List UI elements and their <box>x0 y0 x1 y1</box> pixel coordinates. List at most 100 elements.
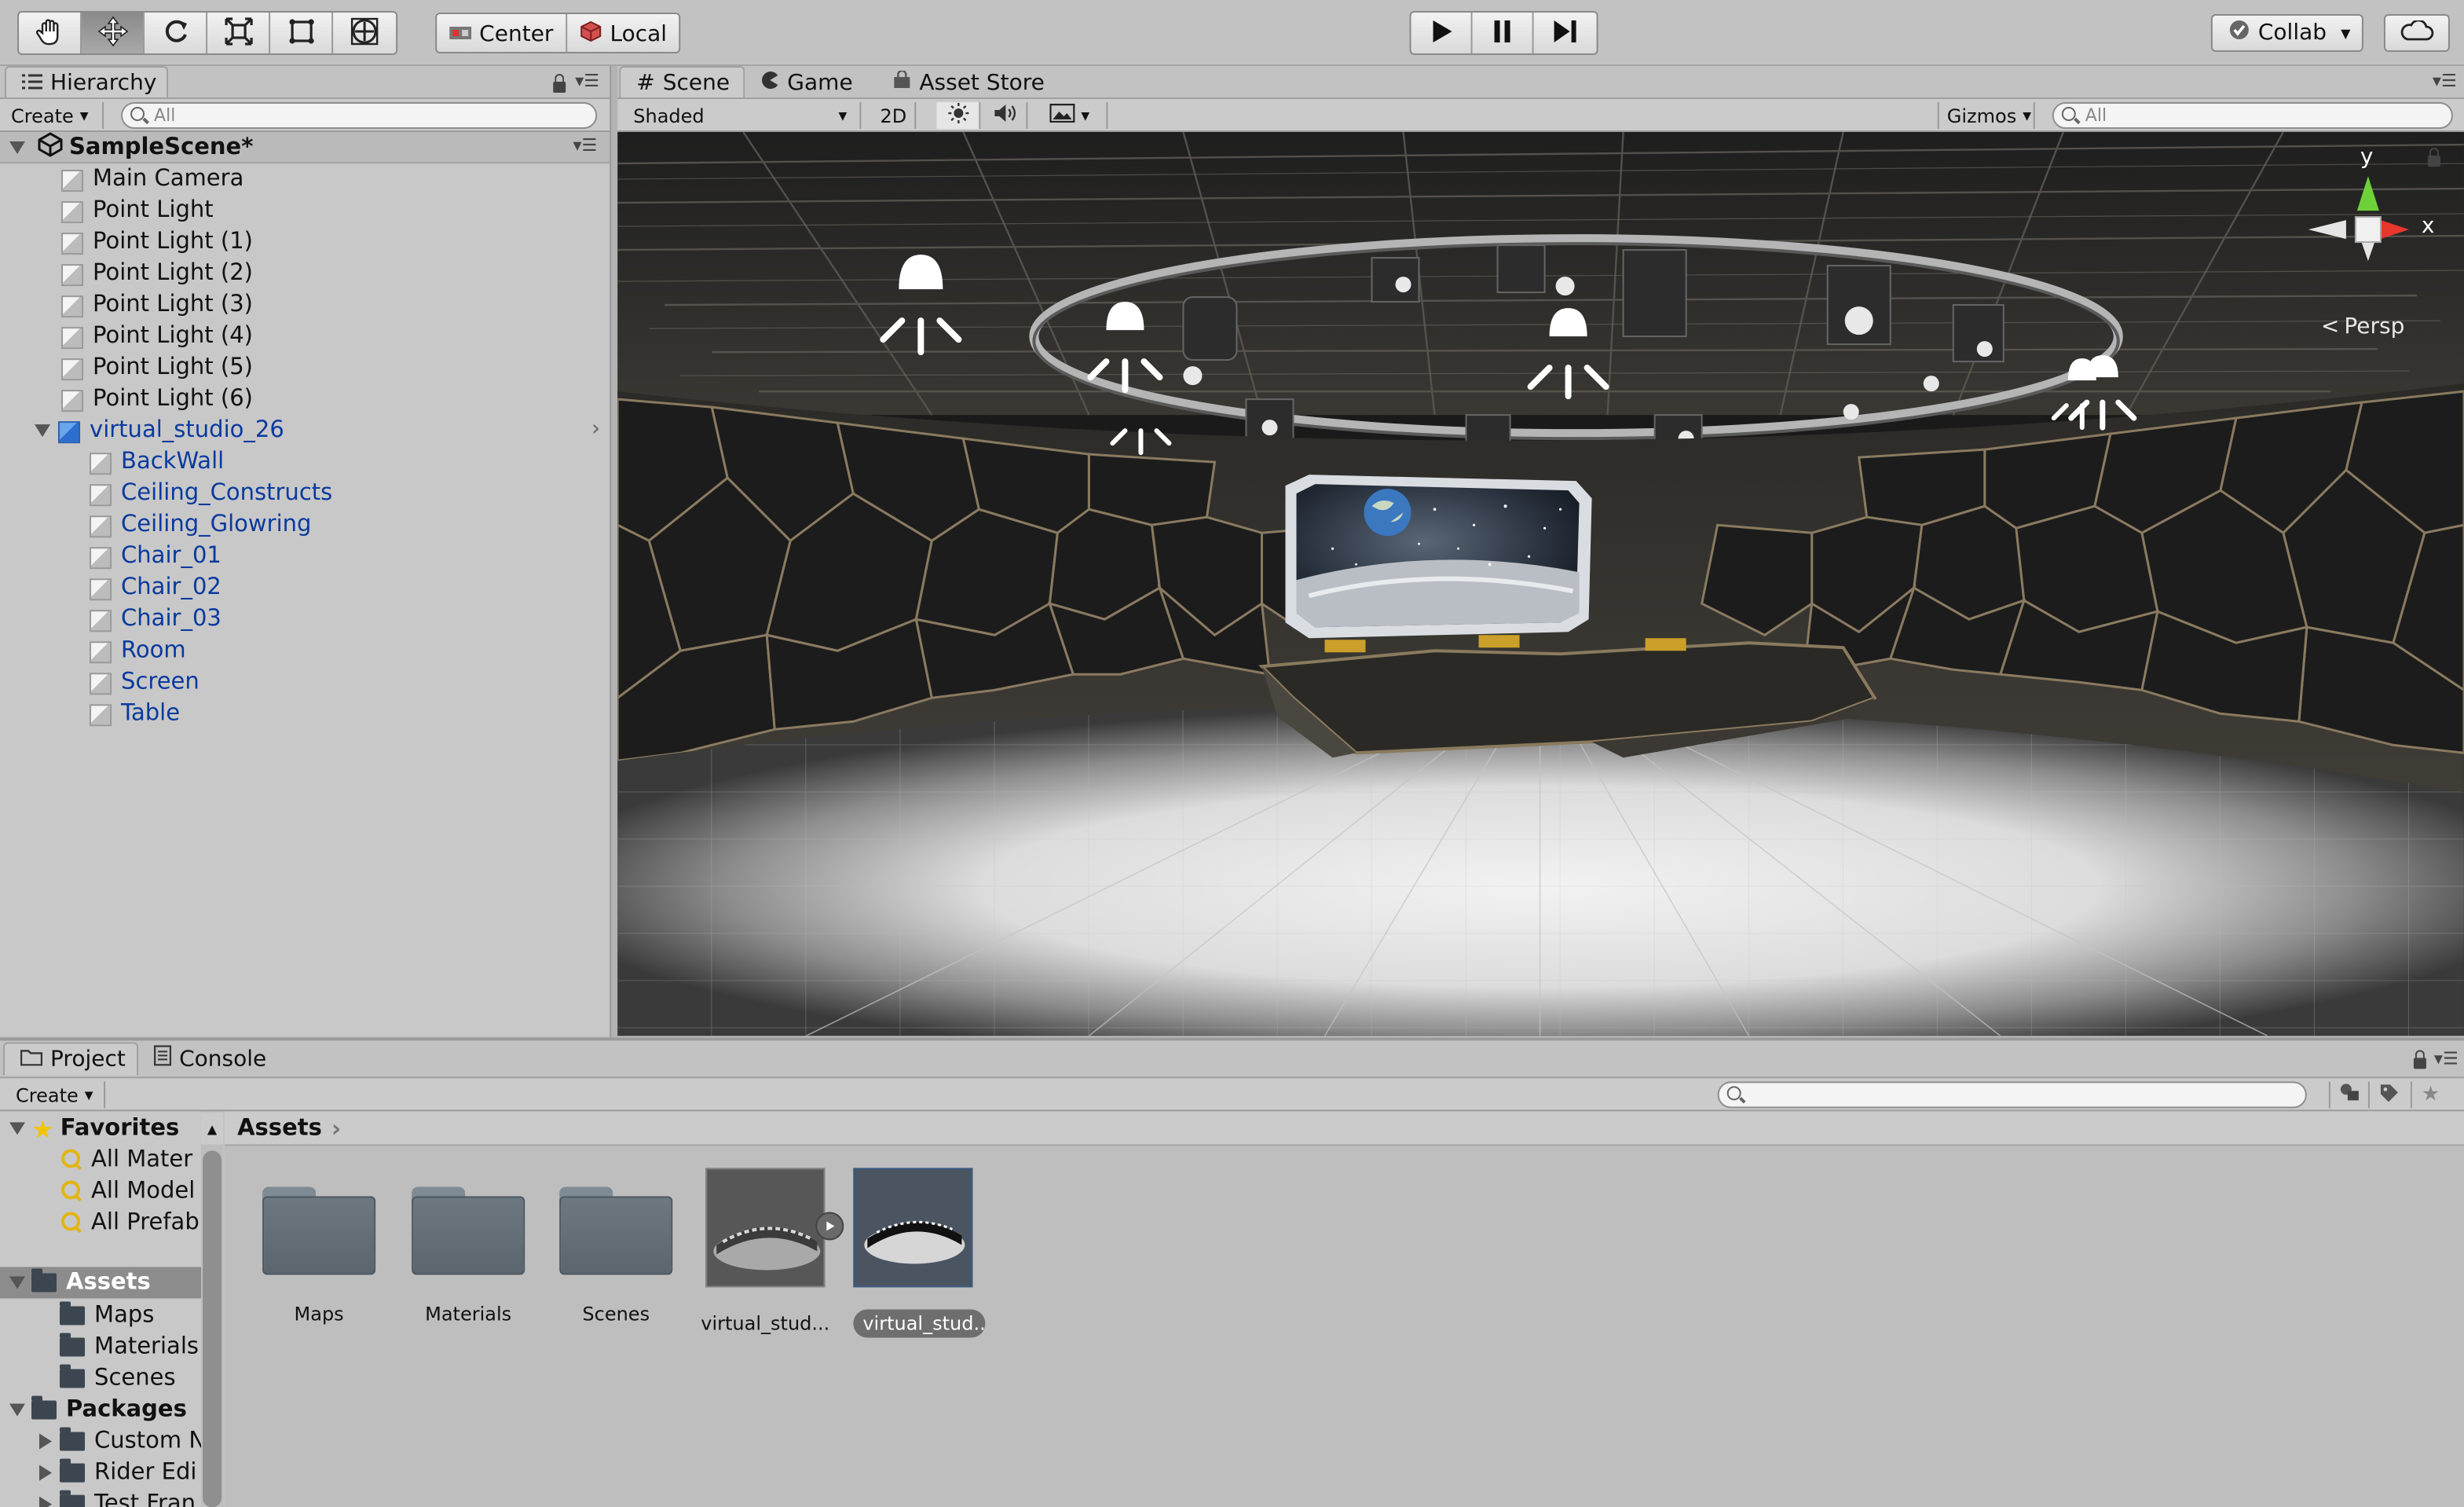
hierarchy-search-input[interactable]: All <box>121 102 598 130</box>
hierarchy-create-button[interactable]: Create ▼ <box>3 102 104 130</box>
tab-scene[interactable]: # Scene <box>619 66 745 100</box>
asset-folder-tile[interactable]: Scenes <box>544 1168 688 1328</box>
hand-tool-button[interactable] <box>19 13 82 54</box>
collapse-arrow-icon[interactable] <box>9 141 26 154</box>
tab-game[interactable]: Game <box>745 66 877 99</box>
package-item[interactable]: Test Fran <box>31 1489 196 1507</box>
filter-by-type-button[interactable] <box>2328 1081 2370 1109</box>
hierarchy-child-item[interactable]: Ceiling_Constructs <box>88 478 332 509</box>
panel-splitter[interactable] <box>610 66 618 1038</box>
hierarchy-child-item[interactable]: Table <box>88 698 180 729</box>
hierarchy-child-item[interactable]: Chair_03 <box>88 603 222 635</box>
gizmos-dropdown[interactable]: Gizmos ▼ <box>1937 102 2035 130</box>
favorite-search-button[interactable]: ★ <box>2414 1081 2455 1108</box>
hierarchy-item[interactable]: Point Light (1) <box>60 226 253 258</box>
project-lock-icon[interactable] <box>2413 1050 2426 1069</box>
effects-dropdown[interactable]: ▼ <box>1042 102 1108 130</box>
bottom-splitter[interactable] <box>0 1037 2464 1041</box>
move-tool-button[interactable] <box>82 13 145 54</box>
rect-tool-button[interactable] <box>270 13 334 54</box>
packages-root-row[interactable]: Packages <box>0 1395 187 1426</box>
gizmo-lock-icon[interactable] <box>2427 148 2440 167</box>
package-item[interactable]: Custom N <box>31 1426 201 1458</box>
project-create-button[interactable]: Create ▼ <box>8 1081 106 1109</box>
asset-folder-tile[interactable]: Maps <box>247 1168 391 1328</box>
hierarchy-child-item[interactable]: Ceiling_Glowring <box>88 509 311 541</box>
favorite-item-label: All Mater <box>91 1147 193 1173</box>
expand-arrow-icon[interactable] <box>35 424 51 438</box>
favorites-row[interactable]: ★ Favorites <box>3 1113 179 1144</box>
hierarchy-prefab-item[interactable]: virtual_studio_26 › <box>35 415 610 446</box>
expand-arrow-icon[interactable] <box>39 1465 53 1481</box>
expand-arrow-icon[interactable] <box>39 1496 53 1507</box>
tab-asset-store[interactable]: Asset Store <box>877 66 1065 99</box>
hierarchy-lock-icon[interactable] <box>553 74 566 94</box>
play-button[interactable] <box>1411 13 1473 54</box>
favorite-item[interactable]: All Mater <box>60 1144 192 1175</box>
pivot-center-button[interactable]: Center <box>437 14 568 53</box>
tab-console[interactable]: Console <box>138 1042 273 1075</box>
asset-folder-item[interactable]: Maps <box>60 1300 154 1331</box>
scene-menu-icon[interactable]: ▾☰ <box>573 135 597 156</box>
hierarchy-child-item[interactable]: Chair_01 <box>88 541 222 572</box>
hierarchy-item[interactable]: Point Light (4) <box>60 321 253 352</box>
package-item[interactable]: Rider Edi <box>31 1458 196 1489</box>
scale-tool-button[interactable] <box>207 13 271 54</box>
hierarchy-item[interactable]: Point Light <box>60 195 214 226</box>
audio-toggle[interactable] <box>983 102 1028 130</box>
rotate-tool-button[interactable] <box>145 13 208 54</box>
tab-hierarchy[interactable]: Hierarchy <box>5 66 169 100</box>
hierarchy-item[interactable]: Point Light (3) <box>60 289 253 321</box>
asset-folder-item[interactable]: Scenes <box>60 1363 176 1395</box>
chevron-right-icon[interactable]: › <box>591 416 600 442</box>
collapse-arrow-icon[interactable] <box>9 1403 26 1417</box>
scroll-thumb[interactable] <box>203 1150 222 1507</box>
breadcrumb-assets[interactable]: Assets <box>237 1115 322 1140</box>
collapse-arrow-icon[interactable] <box>9 1276 26 1289</box>
filter-by-label-button[interactable] <box>2371 1081 2412 1109</box>
scene-search-input[interactable]: All <box>2052 102 2453 130</box>
scroll-up-icon[interactable]: ▲ <box>201 1113 224 1145</box>
asset-folder-tile[interactable]: Materials <box>396 1168 540 1328</box>
pivot-center-label: Center <box>479 22 554 48</box>
expand-prefab-icon[interactable] <box>815 1212 844 1241</box>
folder-tree-scrollbar[interactable]: ▲ <box>201 1113 224 1507</box>
assets-root-row[interactable]: Assets <box>0 1267 202 1299</box>
favorite-item[interactable]: All Prefab <box>60 1207 200 1238</box>
hierarchy-child-item[interactable]: BackWall <box>88 446 224 478</box>
console-icon <box>153 1045 172 1072</box>
hierarchy-menu-icon[interactable]: ▾☰ <box>575 71 599 91</box>
asset-folder-item[interactable]: Materials <box>60 1332 199 1363</box>
toggle-2d-button[interactable]: 2D <box>872 102 917 130</box>
transform-tool-button[interactable] <box>333 13 396 53</box>
hierarchy-item[interactable]: Point Light (2) <box>60 258 253 289</box>
collab-button[interactable]: Collab ▼ <box>2210 14 2363 53</box>
step-button[interactable] <box>1534 13 1595 53</box>
hierarchy-item[interactable]: Main Camera <box>60 163 243 195</box>
hierarchy-child-item[interactable]: Chair_02 <box>88 572 222 603</box>
cloud-services-button[interactable] <box>2383 14 2450 53</box>
hierarchy-child-item[interactable]: Screen <box>88 666 200 698</box>
hierarchy-item[interactable]: Point Light (5) <box>60 352 253 383</box>
scene-tabbar: # Scene Game Asset Store <box>619 66 1065 100</box>
gizmo-x-label[interactable]: x <box>2422 214 2435 239</box>
hierarchy-item[interactable]: Point Light (6) <box>60 383 253 415</box>
scene-menu-icon[interactable]: ▾☰ <box>2433 71 2457 91</box>
pause-button[interactable] <box>1473 13 1534 54</box>
project-menu-icon[interactable]: ▾☰ <box>2434 1048 2459 1069</box>
expand-arrow-icon[interactable] <box>39 1433 53 1450</box>
hierarchy-child-item[interactable]: Room <box>88 635 186 666</box>
favorite-item[interactable]: All Model <box>60 1175 195 1207</box>
scene-viewport[interactable]: y x < Persp <box>617 132 2464 1036</box>
scene-header-row[interactable]: SampleScene* ▾☰ <box>0 131 610 164</box>
asset-model-tile[interactable]: virtual_stud... <box>693 1168 844 1337</box>
scene-toolbar: Shaded ▼ 2D ▼ Gizmos ▼ All <box>617 97 2464 133</box>
collapse-arrow-icon[interactable] <box>9 1122 26 1135</box>
project-search-input[interactable] <box>1717 1081 2307 1109</box>
tab-project[interactable]: Project <box>3 1042 139 1076</box>
projection-toggle[interactable]: < Persp <box>2321 314 2405 339</box>
lighting-toggle[interactable] <box>936 102 981 130</box>
asset-prefab-tile[interactable]: virtual_stud... <box>840 1168 986 1338</box>
pivot-local-button[interactable]: Local <box>567 14 679 52</box>
shading-mode-dropdown[interactable]: Shaded ▼ <box>625 102 862 130</box>
